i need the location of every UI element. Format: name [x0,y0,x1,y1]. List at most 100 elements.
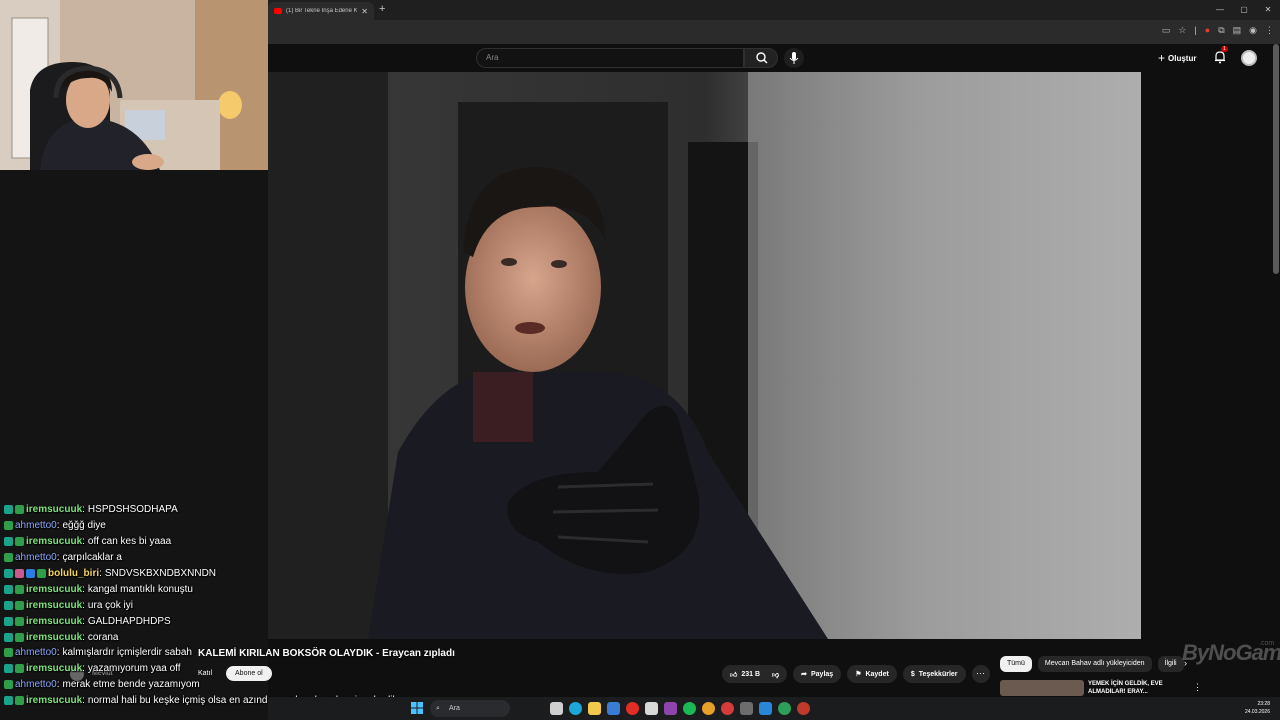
task-view-icon[interactable] [550,702,563,715]
chat-separator: : [56,647,60,659]
chat-username[interactable]: bolulu_biri [48,568,99,579]
recommended-video[interactable]: YEMEK İÇİN GELDİK, EVE ALMADILAR! ERAY..… [1000,680,1180,696]
notifications-bell-icon[interactable] [1213,50,1227,64]
chat-separator: : [82,583,85,595]
clock-date: 24.03.2026 [1244,709,1270,715]
teal-badge-icon [4,664,13,674]
new-tab-button[interactable]: + [379,3,385,15]
recommended-menu-icon[interactable]: ⋮ [1193,682,1202,693]
chat-message: ahmetto0: eğğğ diye [4,518,434,534]
screen: (1) Bir Tekne İnşa Edene Kadar ✕ + — ▢ ✕… [0,0,1280,720]
voice-search-button[interactable] [784,48,804,68]
save-label: Kaydet [865,670,889,678]
chat-separator: : [56,552,60,564]
chat-text: corana [87,631,119,643]
app-blue-icon[interactable] [759,702,772,715]
chat-username[interactable]: ahmetto0 [15,520,57,531]
youtube-favicon-icon [274,8,282,14]
tab-title: (1) Bir Tekne İnşa Edene Kadar [286,8,358,14]
taskbar-clock[interactable]: 23:28 24.03.2026 [1245,700,1270,716]
store-icon[interactable] [607,702,620,715]
app-gray-icon[interactable] [740,702,753,715]
chat-username[interactable]: iremsucuuk [26,695,82,706]
edge-icon[interactable] [569,702,582,715]
windows-start-icon[interactable] [411,702,423,714]
chat-message: iremsucuuk: GALDHAPDHDPS [4,613,434,629]
clock-time: 23:28 [1257,701,1270,707]
app-red-icon[interactable] [797,702,810,715]
chat-username[interactable]: iremsucuuk [26,584,82,595]
green-badge-icon [15,632,24,642]
chat-username[interactable]: iremsucuuk [26,504,82,515]
close-window-button[interactable]: ✕ [1256,0,1280,20]
chat-text: merak etme bende yazamıyom [62,679,200,691]
webcam-frame [0,0,268,170]
like-dislike-pill[interactable]: 👍︎ 231 B 👎︎ [722,665,788,683]
chat-text: ura çok iyi [87,599,133,611]
chrome-icon[interactable] [702,702,715,715]
more-actions-icon[interactable]: ⋯ [971,665,990,683]
youtube-app-icon[interactable] [626,702,639,715]
chat-message: ahmetto0: çarpılcaklar a [4,550,434,566]
chrome-alt-icon[interactable] [778,702,791,715]
share-label: Paylaş [811,670,834,678]
cast-icon[interactable]: ▭ [1162,25,1171,36]
create-button[interactable]: + Oluştur [1158,51,1196,65]
account-avatar[interactable] [1241,50,1257,66]
recommendation-chips: Tümü Mevcan Bahav adlı yükleyiciden İlgi… [1000,656,1184,672]
chat-text: GALDHAPDHDPS [87,615,171,627]
bookmark-star-icon[interactable]: ☆ [1178,25,1186,36]
chat-username[interactable]: ahmetto0 [15,552,57,563]
chat-username[interactable]: ahmetto0 [15,679,57,690]
chat-message: iremsucuuk: HSPDSHSODHAPA [4,502,434,518]
chat-username[interactable]: iremsucuuk [26,616,82,627]
chip-all[interactable]: Tümü [1000,656,1032,672]
chat-username[interactable]: iremsucuuk [26,632,82,643]
like-icon[interactable]: 👍︎ [730,670,737,679]
minimize-button[interactable]: — [1208,0,1232,20]
browser-menu-icon[interactable]: ⋮ [1265,25,1274,36]
chat-username[interactable]: iremsucuuk [26,600,82,611]
recommended-thumbnail[interactable] [1000,680,1084,696]
maximize-button[interactable]: ▢ [1232,0,1256,20]
teal-badge-icon [4,569,13,578]
green-badge-icon [15,537,24,547]
browser-tab[interactable]: (1) Bir Tekne İnşa Edene Kadar ✕ [268,2,374,20]
extensions-icon[interactable]: ⧉ [1218,25,1224,36]
recommended-title[interactable]: YEMEK İÇİN GELDİK, EVE ALMADILAR! ERAY..… [1088,680,1180,696]
chat-separator: : [82,615,85,627]
profile-icon[interactable]: ◉ [1249,25,1257,36]
taskbar: ⌕ Ara 23:28 24.03.2026 [268,697,1280,720]
thanks-button[interactable]: $ Teşekkürler [902,665,966,683]
search-input[interactable]: Ara [476,48,744,68]
spotify-icon[interactable] [683,702,696,715]
green-badge-icon [4,553,13,563]
photos-icon[interactable] [645,702,658,715]
chat-username[interactable]: iremsucuuk [26,663,82,674]
dislike-icon[interactable]: 👎︎ [772,670,779,679]
green-badge-icon [15,664,24,674]
sidebar-icon[interactable]: ▤ [1233,25,1242,36]
app-purple-icon[interactable] [664,702,677,715]
search-button[interactable] [744,48,778,68]
tab-close-icon[interactable]: ✕ [361,7,368,16]
chip-uploader[interactable]: Mevcan Bahav adlı yükleyiciden [1037,656,1152,672]
green-badge-icon [15,600,24,610]
chat-username[interactable]: iremsucuuk [26,536,82,547]
page-scrollbar[interactable] [1273,44,1279,274]
save-button[interactable]: ⚑ Kaydet [847,665,897,683]
chip-related[interactable]: İlgili [1157,656,1184,672]
chat-message: ahmetto0: merak etme bende yazamıyom [4,677,434,693]
record-extension-icon[interactable]: ● [1205,25,1210,36]
green-badge-icon [15,505,24,515]
obs-icon[interactable] [721,702,734,715]
chat-message: iremsucuuk: ura çok iyi [4,597,434,613]
video-actions: 👍︎ 231 B 👎︎ ➦ Paylaş ⚑ Kaydet $ Teşekkür… [722,665,990,683]
share-button[interactable]: ➦ Paylaş [793,665,842,683]
explorer-icon[interactable] [588,702,601,715]
taskbar-search[interactable]: ⌕ Ara [430,700,510,717]
chat-message: bolulu_biri: SNDVSKBXNDBXNNDN [4,566,434,582]
chat-username[interactable]: ahmetto0 [15,647,57,658]
chat-text: SNDVSKBXNDBXNNDN [104,568,217,579]
share-icon: ➦ [801,671,807,678]
